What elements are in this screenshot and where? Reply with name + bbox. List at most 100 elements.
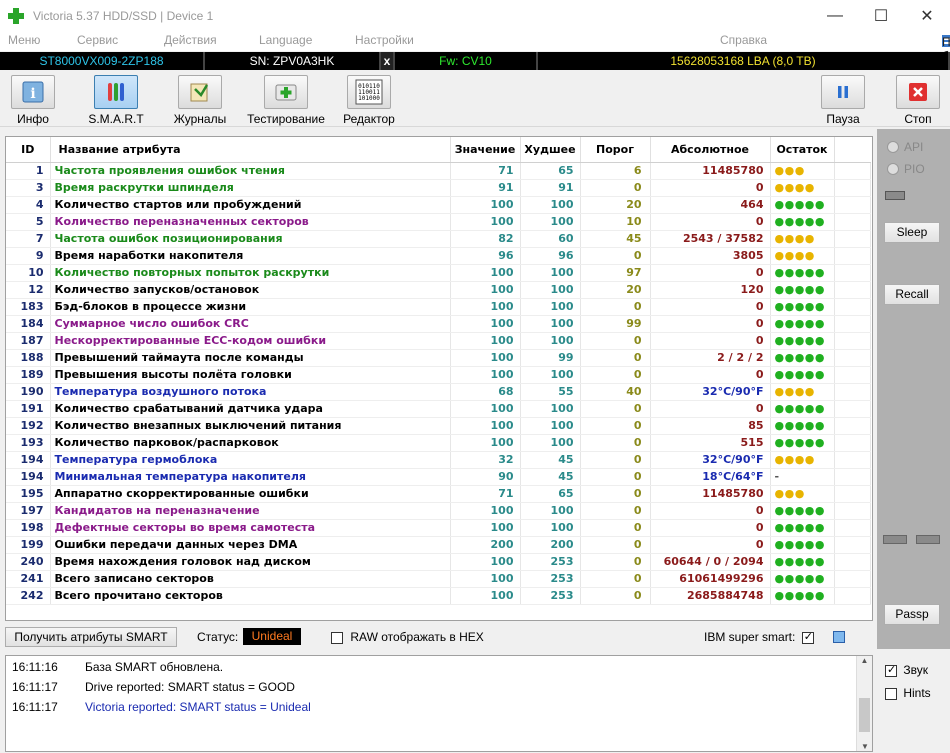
raw-hex-checkbox[interactable]: RAW отображать в HEX — [331, 630, 484, 644]
api-radio-circle[interactable] — [887, 141, 899, 153]
attr-id: 7 — [6, 230, 51, 248]
menu-item-menu[interactable]: Меню — [8, 33, 40, 47]
attr-value: 100 — [450, 502, 521, 520]
attr-value: 100 — [450, 417, 521, 435]
col-value-header[interactable]: Значение — [450, 137, 521, 163]
testing-button[interactable]: Тестирование — [244, 75, 328, 126]
attr-raw: 515 — [650, 434, 771, 452]
table-row[interactable]: 199 Ошибки передачи данных через DMA 200 20… — [6, 536, 871, 554]
recall-button[interactable]: Recall — [884, 284, 940, 305]
pause-button[interactable]: Пауза — [820, 75, 866, 126]
table-row[interactable]: 1 Частота проявления ошибок чтения 71 65 6 11… — [6, 162, 871, 180]
editor-button[interactable]: 010110 110011 101000 Редактор — [341, 75, 397, 126]
hints-check-box[interactable] — [885, 687, 897, 700]
col-raw-header[interactable]: Абсолютное — [650, 137, 771, 163]
table-row[interactable]: 198 Дефектные секторы во время самотеста 1… — [6, 519, 871, 537]
attr-name: Количество переназначенных секторов — [50, 213, 451, 231]
col-id-header[interactable]: ID — [6, 137, 51, 163]
attr-threshold: 0 — [580, 349, 651, 367]
minimize-button[interactable]: — — [812, 0, 858, 31]
table-row[interactable]: 189 Превышения высоты полёта головки 100 10… — [6, 366, 871, 384]
device-model: ST8000VX009-2ZP188 — [0, 52, 205, 70]
raw-hex-check-box[interactable] — [331, 631, 343, 644]
menu-item-service[interactable]: Сервис — [77, 33, 118, 47]
journals-button[interactable]: Журналы — [170, 75, 230, 126]
log-message: База SMART обновлена. — [85, 660, 224, 674]
info-button[interactable]: i Инфо — [10, 75, 56, 126]
attr-threshold: 20 — [580, 196, 651, 214]
scroll-down-icon[interactable]: ▼ — [857, 742, 873, 751]
stop-button[interactable]: Стоп — [895, 75, 941, 126]
attr-worst: 100 — [520, 264, 581, 282]
table-row[interactable]: 187 Нескорректированные ЕСС-кодом ошибки 1… — [6, 332, 871, 350]
attr-worst: 45 — [520, 451, 581, 469]
smart-button[interactable]: S.M.A.R.T — [86, 75, 146, 126]
attr-threshold: 0 — [580, 434, 651, 452]
table-row[interactable]: 241 Всего записано секторов 100 253 0 6106149… — [6, 570, 871, 588]
attr-value: 100 — [450, 434, 521, 452]
api-radio[interactable]: API — [887, 140, 923, 154]
attr-value: 100 — [450, 196, 521, 214]
menu-item-actions[interactable]: Действия — [164, 33, 217, 47]
row-spacer — [834, 213, 871, 231]
attr-raw: 11485780 — [650, 485, 771, 503]
close-button[interactable]: ✕ — [904, 0, 950, 31]
sleep-button[interactable]: Sleep — [884, 222, 940, 243]
col-worst-header[interactable]: Худшее — [520, 137, 581, 163]
table-row[interactable]: 9 Время наработки накопителя 96 96 0 3805 ●●●● — [6, 247, 871, 265]
hints-checkbox[interactable]: Hints — [885, 686, 931, 700]
col-threshold-header[interactable]: Порог — [580, 137, 651, 163]
attr-value: 100 — [450, 349, 521, 367]
table-row[interactable]: 4 Количество стартов или пробуждений 100 10… — [6, 196, 871, 214]
pio-radio[interactable]: PIO — [887, 162, 925, 176]
table-row[interactable]: 184 Суммарное число ошибок CRC 100 100 99 0 ●●… — [6, 315, 871, 333]
table-row[interactable]: 194 Температура гермоблока 32 45 0 32°C/90°F ●… — [6, 451, 871, 469]
row-spacer — [834, 434, 871, 452]
victoria-cross-icon — [8, 7, 24, 24]
attr-name: Температура гермоблока — [50, 451, 451, 469]
maximize-button[interactable]: ☐ — [858, 0, 904, 31]
color-swatch[interactable] — [833, 631, 845, 643]
ibm-super-smart-checkbox[interactable]: IBM super smart: — [704, 630, 814, 644]
table-row[interactable]: 7 Частота ошибок позиционирования 82 60 45 25… — [6, 230, 871, 248]
sound-check-box[interactable] — [885, 663, 897, 677]
table-row[interactable]: 193 Количество парковок/распарковок 100 100… — [6, 434, 871, 452]
table-row[interactable]: 194 Минимальная температура накопителя 90 4… — [6, 468, 871, 486]
attr-threshold: 0 — [580, 366, 651, 384]
table-row[interactable]: 191 Количество срабатываний датчика удара… — [6, 400, 871, 418]
scroll-up-icon[interactable]: ▲ — [857, 656, 872, 665]
menu-bar: Меню Сервис Действия Language Настройки … — [0, 31, 950, 63]
table-row[interactable]: 12 Количество запусков/остановок 100 100 20 1… — [6, 281, 871, 299]
get-smart-button[interactable]: Получить атрибуты SMART — [5, 627, 177, 647]
log-message: Victoria reported: SMART status = Unidea… — [85, 700, 311, 714]
col-remain-header[interactable]: Остаток — [770, 137, 835, 163]
table-row[interactable]: 10 Количество повторных попыток раскрутки… — [6, 264, 871, 282]
pio-radio-circle[interactable] — [887, 163, 899, 175]
sound-checkbox[interactable]: Звук — [885, 663, 928, 677]
table-row[interactable]: 195 Аппаратно скорректированные ошибки 71 6… — [6, 485, 871, 503]
attr-raw: 0 — [650, 213, 771, 231]
passp-button[interactable]: Passp — [884, 604, 940, 625]
menu-item-language[interactable]: Language — [259, 33, 312, 47]
attr-threshold: 97 — [580, 264, 651, 282]
col-name-header[interactable]: Название атрибута — [50, 137, 451, 163]
ibm-super-smart-check-box[interactable] — [801, 630, 814, 644]
table-row[interactable]: 3 Время раскрутки шпинделя 91 91 0 0 ●●●● — [6, 179, 871, 197]
attr-worst: 100 — [520, 213, 581, 231]
attr-worst: 253 — [520, 587, 581, 605]
table-row[interactable]: 192 Количество внезапных выключений питан… — [6, 417, 871, 435]
device-close-button[interactable]: x — [381, 52, 395, 70]
journal-icon — [178, 75, 222, 109]
attr-remain: ●●● — [770, 485, 835, 503]
menu-item-settings[interactable]: Настройки — [355, 33, 414, 47]
menu-item-help[interactable]: Справка — [720, 33, 767, 47]
table-row[interactable]: 5 Количество переназначенных секторов 100 1… — [6, 213, 871, 231]
table-row[interactable]: 197 Кандидатов на переназначение 100 100 0 0 ●… — [6, 502, 871, 520]
log-scrollbar[interactable]: ▲ ▼ — [856, 656, 872, 751]
table-row[interactable]: 188 Превышений таймаута после команды 100 9… — [6, 349, 871, 367]
scroll-thumb[interactable] — [859, 698, 870, 732]
table-row[interactable]: 242 Всего прочитано секторов 100 253 0 268588… — [6, 587, 871, 605]
table-row[interactable]: 183 Бэд-блоков в процессе жизни 100 100 0 0 ●●… — [6, 298, 871, 316]
table-row[interactable]: 190 Температура воздушного потока 68 55 40 32… — [6, 383, 871, 401]
table-row[interactable]: 240 Время нахождения головок над диском 10… — [6, 553, 871, 571]
